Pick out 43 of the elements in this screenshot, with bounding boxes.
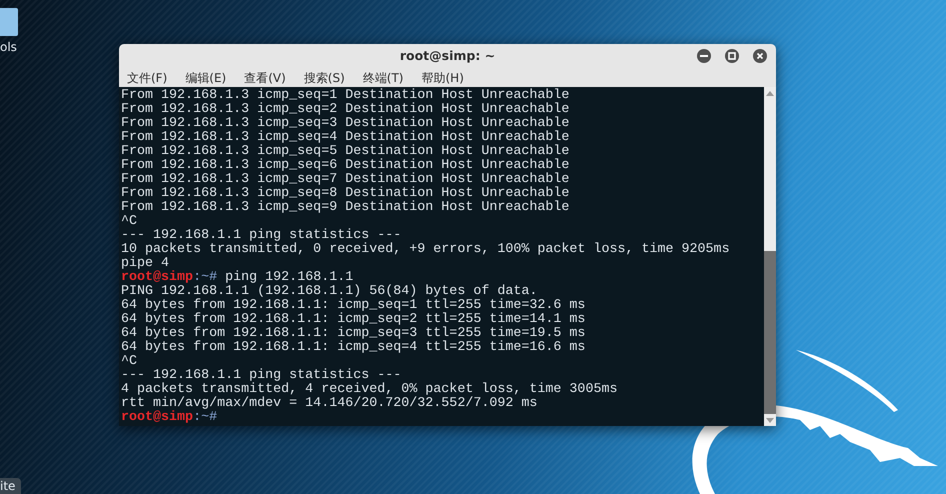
- terminal-line: 4 packets transmitted, 4 received, 0% packet loss, time 3005ms: [121, 382, 618, 397]
- close-button[interactable]: [753, 49, 767, 63]
- terminal-line: From 192.168.1.3 icmp_seq=7 Destination Host Unreachable: [121, 172, 570, 187]
- terminal-line: From 192.168.1.3 icmp_seq=4 Destination Host Unreachable: [121, 130, 570, 145]
- terminal-line: 10 packets transmitted, 0 received, +9 errors, 100% packet loss, time 9205ms: [121, 242, 730, 257]
- scroll-up-icon[interactable]: [766, 90, 774, 96]
- maximize-icon: [725, 49, 739, 63]
- terminal-line: From 192.168.1.3 icmp_seq=2 Destination Host Unreachable: [121, 102, 570, 117]
- terminal-line: --- 192.168.1.1 ping statistics ---: [121, 228, 402, 243]
- menu-item[interactable]: 文件(F): [125, 70, 170, 86]
- menu-item[interactable]: 终端(T): [360, 70, 406, 86]
- terminal-line: From 192.168.1.3 icmp_seq=3 Destination Host Unreachable: [121, 116, 570, 131]
- terminal-line: 64 bytes from 192.168.1.1: icmp_seq=4 ttl=255 time=16.6 ms: [121, 340, 586, 355]
- terminal-line: pipe 4: [121, 256, 170, 271]
- prompt-user: root@simp: [121, 410, 194, 425]
- terminal-line: 64 bytes from 192.168.1.1: icmp_seq=1 ttl=255 time=32.6 ms: [121, 298, 586, 313]
- maximize-button[interactable]: [725, 49, 739, 63]
- desktop-icon-label[interactable]: ols: [0, 39, 17, 55]
- desktop-icon-label[interactable]: ite: [0, 478, 22, 494]
- menu-item[interactable]: 搜索(S): [302, 70, 347, 86]
- terminal-line: From 192.168.1.3 icmp_seq=9 Destination Host Unreachable: [121, 200, 570, 215]
- terminal-line: rtt min/avg/max/mdev = 14.146/20.720/32.552/7.092 ms: [121, 396, 538, 411]
- prompt-path: :~#: [193, 410, 218, 425]
- terminal-line: PING 192.168.1.1 (192.168.1.1) 56(84) bytes of data.: [121, 284, 538, 299]
- prompt-path: :~#: [193, 270, 218, 285]
- terminal-line: --- 192.168.1.1 ping statistics ---: [121, 368, 402, 383]
- window-title: root@simp: ~: [400, 46, 496, 65]
- menu-item[interactable]: 编辑(E): [183, 70, 228, 86]
- prompt-user: root@simp: [121, 270, 194, 285]
- minimize-button[interactable]: [697, 49, 711, 63]
- terminal-line: From 192.168.1.3 icmp_seq=5 Destination Host Unreachable: [121, 144, 570, 159]
- terminal-line: ^C: [121, 214, 138, 229]
- terminal-line: From 192.168.1.3 icmp_seq=1 Destination Host Unreachable: [121, 88, 570, 103]
- terminal-command: ping 192.168.1.1: [225, 270, 354, 285]
- terminal-line: 64 bytes from 192.168.1.1: icmp_seq=2 ttl=255 time=14.1 ms: [121, 312, 586, 327]
- menu-item[interactable]: 帮助(H): [419, 70, 466, 86]
- scroll-down-icon[interactable]: [766, 418, 774, 422]
- menu-item[interactable]: 查看(V): [242, 70, 288, 86]
- terminal-line: From 192.168.1.3 icmp_seq=8 Destination Host Unreachable: [121, 186, 570, 201]
- terminal-line: 64 bytes from 192.168.1.1: icmp_seq=3 ttl=255 time=19.5 ms: [121, 326, 586, 341]
- scrollbar[interactable]: [764, 87, 776, 426]
- terminal-line: ^C: [121, 354, 138, 369]
- terminal-line: From 192.168.1.3 icmp_seq=6 Destination Host Unreachable: [121, 158, 570, 173]
